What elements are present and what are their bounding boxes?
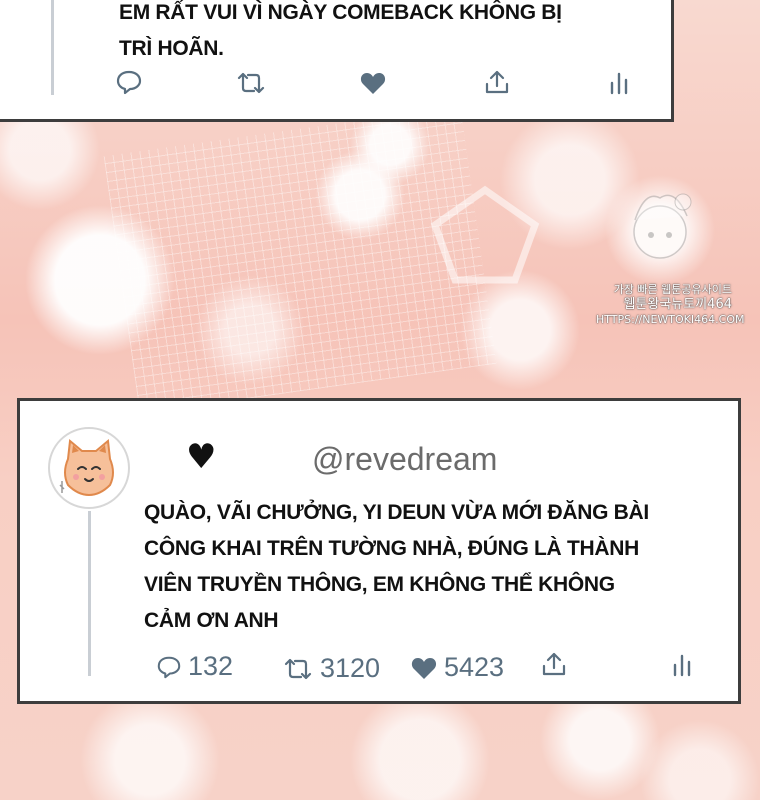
main-tweet-text: QUÀO, VÃI CHƯỞNG, YI DEUN VỪA MỚI ĐĂNG B… <box>144 495 649 639</box>
reply-count: 132 <box>188 651 234 681</box>
retweet-icon <box>237 72 265 94</box>
thread-line <box>88 511 91 676</box>
retweet-button[interactable]: 3120 <box>282 653 380 684</box>
like-button[interactable]: 5423 <box>410 652 504 683</box>
analytics-button[interactable] <box>670 653 694 677</box>
heart-icon <box>360 73 386 94</box>
top-tweet-line-1: EM RẤT VUI VÌ NGÀY COMEBACK KHÔNG BỊ <box>119 1 562 24</box>
like-button[interactable] <box>359 70 387 96</box>
share-button[interactable] <box>540 651 568 677</box>
main-tweet-line-4: CẢM ƠN ANH <box>144 609 279 632</box>
top-tweet-card: EM RẤT VUI VÌ NGÀY COMEBACK KHÔNG BỊ TRÌ… <box>0 0 674 122</box>
retweet-icon <box>284 658 312 679</box>
user-handle[interactable]: @revedream <box>312 441 497 478</box>
watermark-line-1: 가장 빠른 웹툰공유사이트 <box>613 283 732 296</box>
retweet-button[interactable] <box>235 71 267 95</box>
analytics-button[interactable] <box>607 71 631 95</box>
reply-button[interactable] <box>115 69 143 95</box>
cat-face-icon <box>59 439 114 497</box>
like-count: 5423 <box>444 652 505 682</box>
main-tweet-line-3: VIÊN TRUYỀN THÔNG, EM KHÔNG THỂ KHÔNG <box>144 573 615 596</box>
reply-icon <box>157 656 181 678</box>
main-tweet-card: ♥ @revedream QUÀO, VÃI CHƯỞNG, YI DEUN V… <box>17 398 741 704</box>
thread-line <box>51 0 54 95</box>
top-tweet-line-2: TRÌ HOÃN. <box>119 37 224 60</box>
background-pentagon-shape <box>430 185 540 284</box>
retweet-count: 3120 <box>320 653 381 683</box>
top-tweet-text: EM RẤT VUI VÌ NGÀY COMEBACK KHÔNG BỊ TRÌ… <box>119 0 562 67</box>
watermark-character-icon <box>633 193 692 259</box>
reply-icon <box>116 70 142 95</box>
avatar[interactable] <box>48 427 130 509</box>
watermark-line-2: 웹툰왕국뉴토끼464 <box>623 297 732 312</box>
share-button[interactable] <box>483 69 511 95</box>
watermark-line-3: HTTPS://NEWTOKI464.COM <box>596 313 745 326</box>
watermark-text: 가장 빠른 웹툰공유사이트 웹툰왕국뉴토끼464 HTTPS://NEWTOKI… <box>596 282 745 327</box>
main-tweet-line-2: CÔNG KHAI TRÊN TƯỜNG NHÀ, ĐÚNG LÀ THÀNH <box>144 537 639 560</box>
heart-icon <box>411 657 437 679</box>
share-icon <box>542 652 566 676</box>
share-icon <box>485 70 509 94</box>
analytics-icon <box>673 654 691 677</box>
main-tweet-line-1: QUÀO, VÃI CHƯỞNG, YI DEUN VỪA MỚI ĐĂNG B… <box>144 501 649 524</box>
analytics-icon <box>610 72 628 95</box>
reply-button[interactable]: 132 <box>156 651 233 682</box>
heart-badge-icon: ♥ <box>186 437 217 477</box>
